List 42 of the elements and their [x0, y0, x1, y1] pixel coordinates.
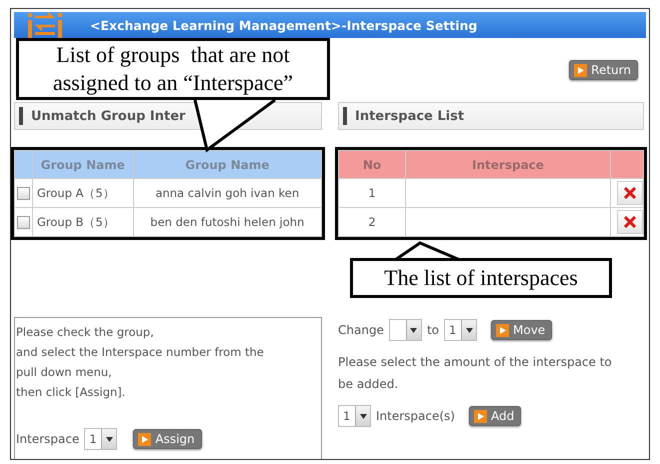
column-header: Interspace [406, 150, 610, 178]
delete-button[interactable] [617, 181, 643, 205]
change-label: Change [338, 323, 384, 337]
close-icon [624, 187, 636, 199]
caret-icon [360, 414, 366, 418]
dropdown[interactable]: 1 [338, 405, 371, 427]
table-cell: 2 [338, 208, 406, 236]
unit-label: Interspace(s) [376, 409, 455, 423]
play-icon [574, 64, 588, 76]
caret-icon [466, 328, 472, 332]
column-header: Group Name [133, 150, 322, 178]
add-button[interactable]: Add [468, 406, 522, 426]
dropdown[interactable] [388, 319, 422, 341]
caret-icon [410, 328, 418, 332]
dropdown[interactable]: 1 [84, 428, 118, 450]
table-cell: Group B（5） [32, 208, 134, 236]
window-title: <Exchange Learning Management>-Interspace Setting [90, 18, 478, 32]
assign-button[interactable]: Assign [133, 429, 202, 449]
table-cell: Group A（5） [32, 178, 134, 208]
instructions-text: Please check the group, and select the Interspace number from the pull down menu, then click [Assign]. [16, 324, 265, 401]
table-cell: 1 [338, 178, 406, 208]
close-icon [624, 216, 636, 228]
caret-icon [106, 436, 113, 442]
play-icon [496, 324, 509, 336]
column-header: No [338, 150, 406, 178]
table-cell: ben den futoshi helen john [133, 208, 322, 236]
play-icon [474, 410, 487, 422]
delete-button[interactable] [617, 210, 643, 234]
panel-title: Interspace List [355, 108, 464, 124]
table-cell: anna calvin goh ivan ken [133, 178, 322, 208]
panel-title: Unmatch Group Inter [31, 108, 186, 124]
move-button[interactable]: Move [491, 320, 552, 340]
play-icon [138, 432, 152, 446]
column-header: Group Name [32, 150, 134, 178]
logo-icon [28, 12, 62, 38]
interspace-label: Interspace [16, 432, 80, 446]
checkbox[interactable] [17, 187, 30, 200]
to-label: to [426, 323, 439, 337]
checkbox[interactable] [17, 216, 30, 230]
dropdown[interactable]: 1 [444, 319, 477, 341]
instructions-text: Please select the amount of the interspace to be added. [338, 354, 613, 393]
return-button[interactable]: Return [569, 60, 638, 80]
